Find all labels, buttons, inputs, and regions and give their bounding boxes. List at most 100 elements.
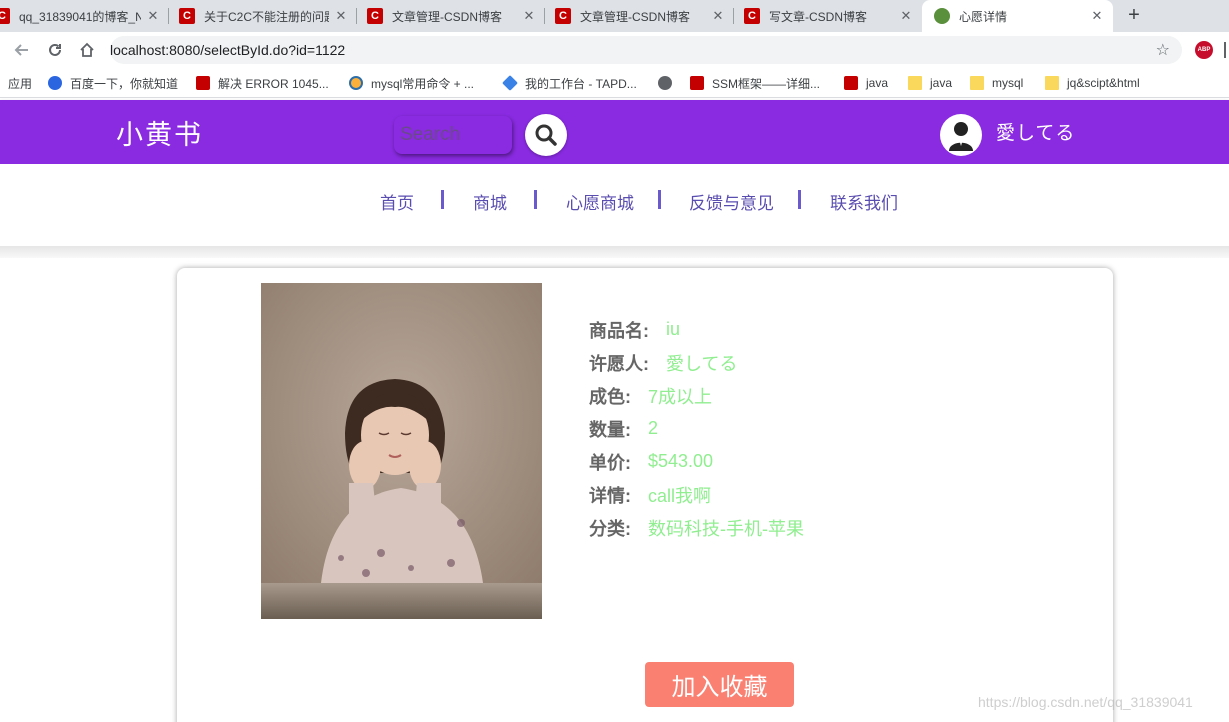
csdn-icon: C bbox=[179, 8, 195, 24]
field-label: 单价: bbox=[589, 452, 631, 473]
url-text: localhost:8080/selectById.do?id=1122 bbox=[110, 42, 346, 58]
field-quantity: 数量: 2 bbox=[589, 412, 804, 445]
bookmark-label: mysql常用命令 + ... bbox=[371, 76, 475, 91]
bookmark-label: 百度一下，你就知道 bbox=[70, 76, 179, 91]
nav-divider-band bbox=[0, 246, 1229, 258]
bookmark-star-icon[interactable]: ☆ bbox=[1156, 40, 1170, 60]
browser-tab[interactable]: C 文章管理-CSDN博客 ✕ bbox=[545, 0, 734, 32]
site-logo[interactable]: 小黄书 bbox=[116, 113, 203, 152]
baidu-icon bbox=[48, 76, 62, 90]
close-icon[interactable]: ✕ bbox=[333, 8, 349, 24]
field-value: 愛してる bbox=[666, 353, 738, 374]
csdn-icon: C bbox=[367, 8, 383, 24]
bookmark-item[interactable]: mysql常用命令 + ... bbox=[349, 74, 474, 92]
address-bar[interactable]: i localhost:8080/selectById.do?id=1122 ☆ bbox=[110, 36, 1182, 363]
field-label: 商品名: bbox=[589, 320, 649, 341]
tab-title: 心愿详情 bbox=[959, 9, 1008, 24]
folder-icon bbox=[908, 76, 922, 90]
browser-tab[interactable]: C 关于C2C不能注册的问题 ✕ bbox=[169, 0, 357, 32]
search-icon bbox=[535, 124, 557, 146]
search-input[interactable] bbox=[394, 116, 512, 154]
tab-title: 写文章-CSDN博客 bbox=[769, 9, 867, 24]
reload-icon[interactable] bbox=[43, 38, 67, 62]
close-icon[interactable]: ✕ bbox=[710, 8, 726, 24]
nav-feedback[interactable]: 反馈与意见 bbox=[689, 189, 774, 214]
nav-shop[interactable]: 商城 bbox=[473, 189, 507, 214]
new-tab-icon[interactable]: + bbox=[1124, 4, 1144, 28]
user-name[interactable]: 愛してる bbox=[996, 118, 1075, 145]
bookmark-item[interactable]: 解决 ERROR 1045... bbox=[196, 74, 329, 92]
bookmark-label: SSM框架——详细... bbox=[712, 76, 821, 91]
field-value: 7成以上 bbox=[648, 386, 713, 407]
csdn-icon bbox=[844, 76, 858, 90]
adblock-icon[interactable]: ABP bbox=[1195, 41, 1213, 59]
csdn-icon bbox=[690, 76, 704, 90]
bookmark-item[interactable]: 百度一下，你就知道 bbox=[48, 74, 178, 92]
nav-divider bbox=[658, 190, 661, 209]
field-label: 详情: bbox=[589, 485, 631, 506]
field-label: 分类: bbox=[589, 518, 631, 539]
folder-icon bbox=[970, 76, 984, 90]
close-icon[interactable]: ✕ bbox=[521, 8, 537, 24]
add-to-favorites-button[interactable]: 加入收藏 bbox=[645, 662, 794, 707]
bookmark-label: mysql bbox=[992, 76, 1024, 90]
field-category: 分类: 数码科技-手机-苹果 bbox=[589, 511, 804, 544]
close-icon[interactable]: ✕ bbox=[1089, 8, 1105, 24]
nav-wish-shop[interactable]: 心愿商城 bbox=[566, 189, 634, 214]
browser-tab[interactable]: C qq_31839041的博客_N ✕ bbox=[0, 0, 169, 32]
field-label: 成色: bbox=[589, 386, 631, 407]
field-label: 数量: bbox=[589, 419, 631, 440]
field-value: call我啊 bbox=[648, 485, 712, 506]
bookmarks-bar: 应用 百度一下，你就知道 解决 ERROR 1045... mysql常用命令 … bbox=[0, 68, 1229, 98]
bookmark-item[interactable]: 我的工作台 - TAPD... bbox=[502, 74, 637, 92]
bookmark-apps[interactable]: 应用 bbox=[8, 74, 32, 92]
tapd-icon bbox=[502, 75, 518, 91]
user-avatar[interactable] bbox=[940, 114, 982, 156]
bookmark-label: jq&scipt&html bbox=[1067, 76, 1140, 90]
bookmark-item[interactable] bbox=[658, 74, 680, 92]
apps-label: 应用 bbox=[8, 76, 33, 91]
field-value: 2 bbox=[648, 418, 659, 438]
field-unit-price: 单价: $543.00 bbox=[589, 445, 804, 478]
browser-tab[interactable]: C 写文章-CSDN博客 ✕ bbox=[734, 0, 922, 32]
bookmark-label: 我的工作台 - TAPD... bbox=[525, 76, 637, 91]
browser-tab-strip: C qq_31839041的博客_N ✕ C 关于C2C不能注册的问题 ✕ C … bbox=[0, 0, 1229, 32]
field-condition: 成色: 7成以上 bbox=[589, 379, 804, 412]
field-value: 数码科技-手机-苹果 bbox=[648, 518, 804, 539]
browser-tab-active[interactable]: 心愿详情 ✕ bbox=[922, 0, 1113, 32]
close-icon[interactable]: ✕ bbox=[145, 8, 161, 24]
field-value: $543.00 bbox=[648, 451, 714, 471]
bookmark-item[interactable]: SSM框架——详细... bbox=[690, 74, 820, 92]
product-image bbox=[261, 283, 542, 619]
site-icon bbox=[934, 8, 950, 24]
folder-icon bbox=[1045, 76, 1059, 90]
home-icon[interactable] bbox=[75, 38, 99, 62]
field-product-name: 商品名: iu bbox=[589, 313, 804, 346]
detail-fields: 商品名: iu 许愿人: 愛してる 成色: 7成以上 数量: 2 单价: $54… bbox=[589, 313, 804, 544]
browser-menu-icon[interactable] bbox=[1224, 42, 1229, 58]
csdn-icon: C bbox=[0, 8, 10, 24]
nav-divider bbox=[534, 190, 537, 209]
field-label: 许愿人: bbox=[589, 353, 649, 374]
tab-title: 关于C2C不能注册的问题 bbox=[204, 9, 329, 24]
browser-toolbar: i localhost:8080/selectById.do?id=1122 ☆ bbox=[0, 32, 1229, 363]
csdn-icon bbox=[196, 76, 210, 90]
browser-tab[interactable]: C 文章管理-CSDN博客 ✕ bbox=[357, 0, 545, 32]
bookmark-folder[interactable]: mysql bbox=[970, 74, 1023, 92]
bookmark-label: java bbox=[930, 76, 953, 90]
globe-icon bbox=[658, 76, 672, 90]
bookmark-folder[interactable]: jq&scipt&html bbox=[1045, 74, 1140, 92]
search-button[interactable] bbox=[525, 114, 567, 156]
user-icon bbox=[949, 122, 973, 151]
bookmark-folder[interactable]: java bbox=[908, 74, 952, 92]
nav-home[interactable]: 首页 bbox=[380, 189, 414, 214]
close-icon[interactable]: ✕ bbox=[898, 8, 914, 24]
field-value: iu bbox=[666, 319, 681, 339]
nav-divider bbox=[798, 190, 801, 209]
bookmark-item[interactable]: java bbox=[844, 74, 888, 92]
csdn-icon: C bbox=[744, 8, 760, 24]
back-icon[interactable] bbox=[10, 38, 34, 62]
field-details: 详情: call我啊 bbox=[589, 478, 804, 511]
mysql-icon bbox=[349, 76, 363, 90]
nav-contact[interactable]: 联系我们 bbox=[830, 189, 898, 214]
